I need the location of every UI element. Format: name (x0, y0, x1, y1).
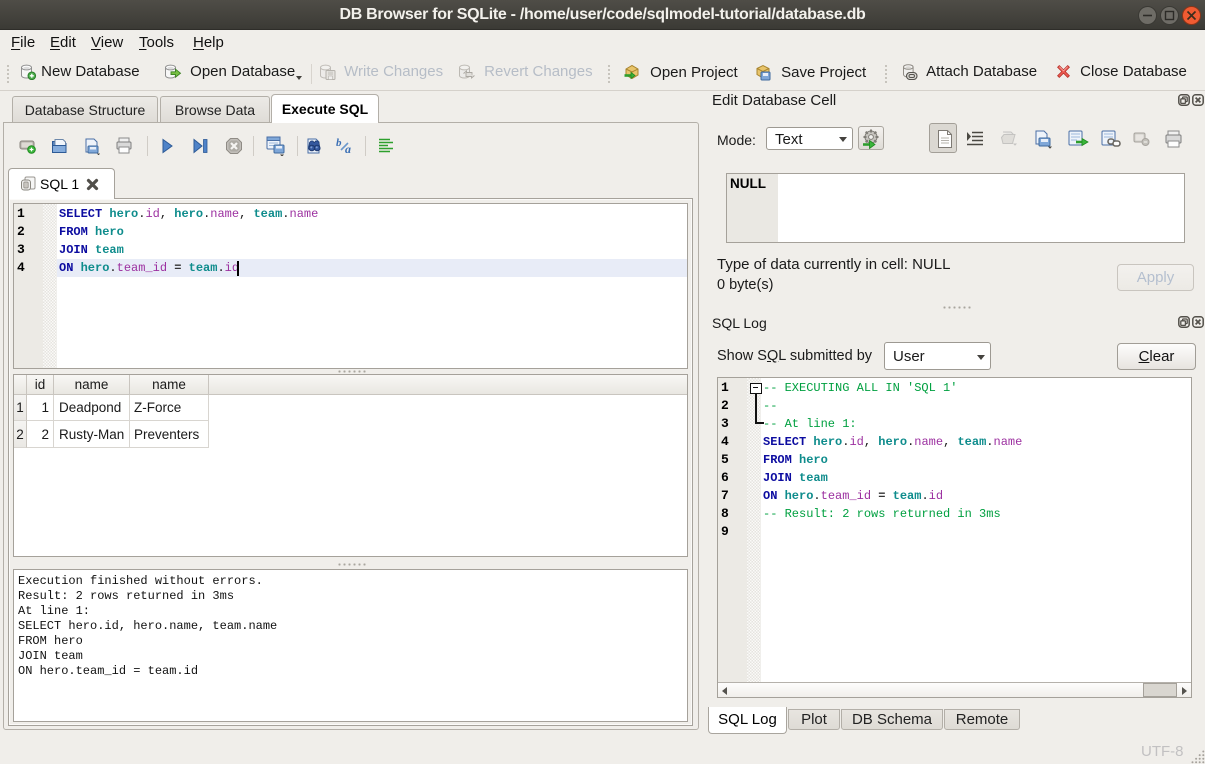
svg-text:b: b (336, 137, 342, 149)
